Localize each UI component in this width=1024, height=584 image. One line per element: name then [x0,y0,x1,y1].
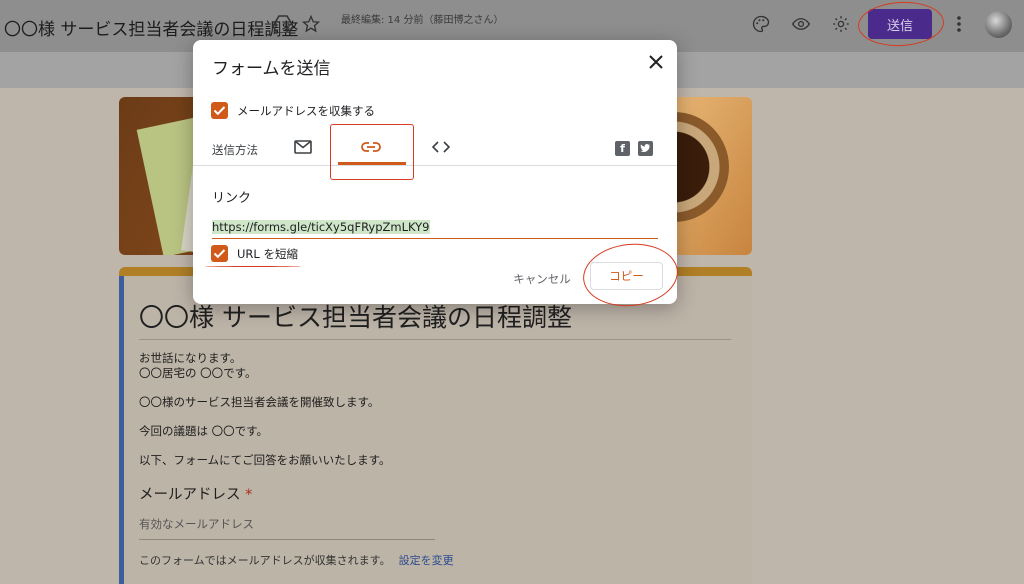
palette-icon[interactable] [750,15,772,37]
preview-eye-icon[interactable] [790,15,812,37]
dialog-title: フォームを送信 [212,59,331,79]
collect-email-note: このフォームではメールアドレスが収集されます。 設定を変更 [139,554,454,567]
close-icon[interactable] [644,50,668,74]
form-description[interactable]: お世話になります。 〇〇居宅の 〇〇です。 〇〇様のサービス担当者会議を開催致し… [139,351,699,467]
shorten-url-label[interactable]: URL を短縮 [237,246,298,262]
collect-email-label[interactable]: メールアドレスを収集する [237,103,375,119]
cancel-button[interactable]: キャンセル [507,266,577,292]
link-icon [361,142,381,152]
form-document-title[interactable]: 〇〇様 サービス担当者会議の日程調整 [4,15,298,40]
more-vert-icon[interactable] [948,15,970,37]
send-button[interactable]: 送信 [868,9,932,39]
mail-icon [294,140,312,154]
tab-email[interactable] [283,132,323,162]
settings-gear-icon[interactable] [830,15,852,37]
form-title-card: 〇〇様 サービス担当者会議の日程調整 お世話になります。 〇〇居宅の 〇〇です。… [119,267,752,584]
link-url-field[interactable]: https://forms.gle/ticXy5qFRypZmLKY9 [212,220,658,239]
twitter-icon[interactable] [638,141,653,156]
copy-button[interactable]: コピー [590,262,663,290]
star-icon[interactable] [300,14,322,37]
tab-link[interactable] [351,132,391,162]
tab-embed-html[interactable] [421,132,461,162]
account-avatar[interactable] [985,11,1012,38]
change-settings-link[interactable]: 設定を変更 [399,554,454,567]
email-answer-placeholder: 有効なメールアドレス [139,516,435,540]
required-mark: * [245,487,253,503]
question-email-label: メールアドレス * [139,487,253,503]
last-edited-text[interactable]: 最終編集: 14 分前（藤田博之さん） [341,14,511,27]
link-heading: リンク [212,191,252,206]
send-form-dialog: フォームを送信 メールアドレスを収集する 送信方法 f リンク https://… [193,40,677,304]
send-method-label: 送信方法 [212,143,258,157]
drive-move-icon[interactable] [272,15,294,37]
collect-email-checkbox[interactable] [211,102,228,119]
shorten-url-checkbox[interactable] [211,245,228,262]
facebook-icon[interactable]: f [615,141,630,156]
code-icon [432,141,450,153]
